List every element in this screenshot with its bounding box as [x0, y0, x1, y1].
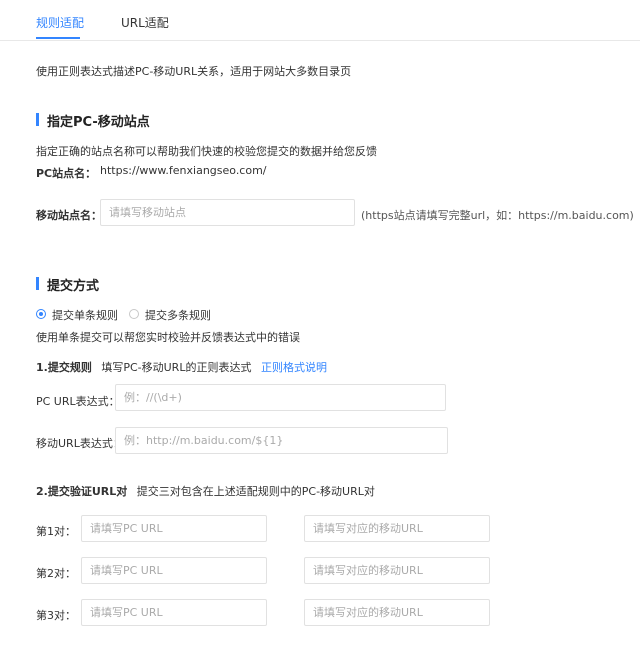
pair-3-pc-input[interactable]	[81, 599, 267, 626]
site-section-description: 指定正确的站点名称可以帮助我们快速的校验您提交的数据并给您反馈	[36, 145, 377, 158]
pair-1-mobile-input[interactable]	[304, 515, 490, 542]
pair-2-pc-input[interactable]	[81, 557, 267, 584]
option-single-rule-label[interactable]: 提交单条规则	[52, 307, 118, 323]
pair-1-label: 第1对：	[36, 525, 76, 538]
step2-title: 2.提交验证URL对	[36, 485, 128, 498]
pair-3-label: 第3对：	[36, 609, 76, 622]
pc-site-label: PC站点名：	[36, 167, 97, 180]
mobile-url-regex-input[interactable]	[115, 427, 448, 454]
section-marker	[36, 113, 39, 126]
pair-3-mobile-input[interactable]	[304, 599, 490, 626]
pair-2-mobile-input[interactable]	[304, 557, 490, 584]
submit-section-title: 提交方式	[47, 279, 100, 294]
regex-format-link[interactable]: 正则格式说明	[261, 361, 327, 374]
intro-text: 使用正则表达式描述PC-移动URL关系，适用于网站大多数目录页	[36, 65, 352, 78]
step2-hint: 提交三对包含在上述适配规则中的PC-移动URL对	[136, 485, 375, 498]
mobile-site-label: 移动站点名：	[36, 209, 102, 222]
mobile-url-regex-label: 移动URL表达式：	[36, 437, 124, 450]
step1-hint: 填写PC-移动URL的正则表达式	[101, 361, 252, 374]
mobile-site-input[interactable]	[100, 199, 355, 226]
pc-site-value: https://www.fenxiangseo.com/	[100, 164, 267, 177]
step1-line: 1.提交规则 填写PC-移动URL的正则表达式 正则格式说明	[36, 359, 327, 375]
mobile-site-hint: (https站点请填写完整url，如：https://m.baidu.com)	[361, 209, 634, 222]
pair-1-pc-input[interactable]	[81, 515, 267, 542]
active-tab-indicator	[36, 37, 80, 39]
tab-rule-adapt[interactable]: 规则适配	[36, 14, 84, 31]
site-section-title: 指定PC-移动站点	[47, 115, 150, 130]
submit-note: 使用单条提交可以帮您实时校验并反馈表达式中的错误	[36, 331, 300, 344]
option-multi-rule-label[interactable]: 提交多条规则	[145, 307, 211, 323]
pair-2-label: 第2对：	[36, 567, 76, 580]
pc-url-regex-input[interactable]	[115, 384, 446, 411]
tab-bar: 规则适配 URL适配	[0, 0, 640, 41]
section-marker	[36, 277, 39, 290]
step1-title: 1.提交规则	[36, 361, 92, 374]
radio-multi-rule[interactable]	[129, 309, 139, 319]
radio-single-rule[interactable]	[36, 309, 46, 319]
tab-url-adapt[interactable]: URL适配	[121, 14, 169, 31]
step2-line: 2.提交验证URL对 提交三对包含在上述适配规则中的PC-移动URL对	[36, 483, 375, 499]
pc-url-regex-label: PC URL表达式：	[36, 395, 120, 408]
